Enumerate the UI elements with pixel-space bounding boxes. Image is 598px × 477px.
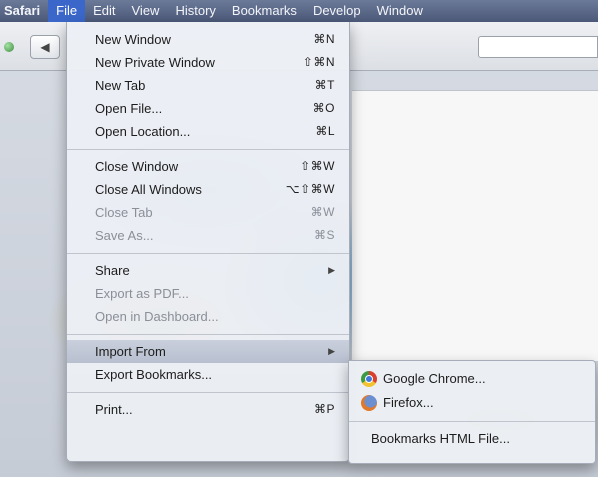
menu-item-label: New Private Window [95, 55, 215, 70]
menu-safari[interactable]: Safari [0, 0, 48, 22]
menu-file[interactable]: File [48, 0, 86, 22]
menu-item-label: Export as PDF... [95, 286, 189, 301]
menu-view[interactable]: View [124, 0, 168, 22]
menu-item-open-in-dashboard[interactable]: Open in Dashboard... [67, 305, 349, 328]
menu-item-close-tab[interactable]: Close Tab ⌘W [67, 201, 349, 224]
menu-item-new-tab[interactable]: New Tab ⌘T [67, 74, 349, 97]
menu-separator [67, 149, 349, 150]
menu-separator [67, 334, 349, 335]
menu-item-new-private-window[interactable]: New Private Window ⇧⌘N [67, 51, 349, 74]
chevron-left-icon: ◀ [40, 40, 50, 54]
file-menu: New Window ⌘N New Private Window ⇧⌘N New… [66, 22, 350, 462]
menu-history[interactable]: History [167, 0, 223, 22]
menu-item-shortcut: ⌘W [310, 205, 335, 219]
menu-window[interactable]: Window [369, 0, 431, 22]
menu-item-shortcut: ⌘S [313, 228, 335, 242]
submenu-arrow-icon: ▶ [328, 346, 335, 356]
menu-item-label: Open in Dashboard... [95, 309, 219, 324]
menu-item-import-from[interactable]: Import From ▶ [67, 340, 349, 363]
menu-item-label: Close Tab [95, 205, 153, 220]
menu-item-export-pdf[interactable]: Export as PDF... [67, 282, 349, 305]
menu-item-shortcut: ⌥⇧⌘W [285, 182, 335, 196]
menu-item-shortcut: ⌘T [314, 78, 335, 92]
menu-item-shortcut: ⌘P [313, 402, 335, 416]
menu-item-shortcut: ⇧⌘N [302, 55, 335, 69]
menu-item-shortcut: ⌘O [312, 101, 335, 115]
menu-edit[interactable]: Edit [85, 0, 123, 22]
menu-develop[interactable]: Develop [305, 0, 369, 22]
submenu-item-firefox[interactable]: Firefox... [349, 391, 595, 415]
menu-item-close-window[interactable]: Close Window ⇧⌘W [67, 155, 349, 178]
menu-bookmarks[interactable]: Bookmarks [224, 0, 305, 22]
menu-item-label: Import From [95, 344, 166, 359]
submenu-item-bookmarks-html[interactable]: Bookmarks HTML File... [349, 427, 595, 451]
submenu-arrow-icon: ▶ [328, 265, 335, 275]
menu-item-shortcut: ⌘N [313, 32, 335, 46]
menu-item-label: Open Location... [95, 124, 191, 139]
import-from-submenu: Google Chrome... Firefox... Bookmarks HT… [348, 360, 596, 464]
menu-item-label: New Tab [95, 78, 146, 93]
menu-item-label: Share [95, 263, 130, 278]
submenu-item-google-chrome[interactable]: Google Chrome... [349, 367, 595, 391]
menu-bar: Safari File Edit View History Bookmarks … [0, 0, 598, 22]
menu-separator [67, 253, 349, 254]
menu-separator [67, 392, 349, 393]
menu-item-label: Close Window [95, 159, 179, 174]
menu-item-label: New Window [95, 32, 171, 47]
menu-item-save-as[interactable]: Save As... ⌘S [67, 224, 349, 247]
menu-item-share[interactable]: Share ▶ [67, 259, 349, 282]
menu-item-label: Save As... [95, 228, 154, 243]
firefox-icon [361, 395, 377, 411]
back-button[interactable]: ◀ [30, 35, 60, 59]
chrome-icon [361, 371, 377, 387]
menu-item-open-location[interactable]: Open Location... ⌘L [67, 120, 349, 143]
submenu-item-label: Bookmarks HTML File... [371, 431, 510, 446]
menu-item-print[interactable]: Print... ⌘P [67, 398, 349, 421]
submenu-item-label: Firefox... [383, 395, 434, 410]
menu-item-close-all-windows[interactable]: Close All Windows ⌥⇧⌘W [67, 178, 349, 201]
menu-item-label: Export Bookmarks... [95, 367, 213, 382]
menu-item-shortcut: ⇧⌘W [300, 159, 335, 173]
menu-item-label: Close All Windows [95, 182, 202, 197]
menu-item-label: Print... [95, 402, 133, 417]
menu-item-new-window[interactable]: New Window ⌘N [67, 28, 349, 51]
menu-item-export-bookmarks[interactable]: Export Bookmarks... [67, 363, 349, 386]
menu-separator [349, 421, 595, 422]
page-content [352, 90, 598, 361]
menu-item-open-file[interactable]: Open File... ⌘O [67, 97, 349, 120]
submenu-item-label: Google Chrome... [383, 371, 486, 386]
menu-item-label: Open File... [95, 101, 163, 116]
window-zoom-dot[interactable] [4, 42, 14, 52]
menu-item-shortcut: ⌘L [315, 124, 335, 138]
address-field[interactable] [478, 36, 598, 58]
